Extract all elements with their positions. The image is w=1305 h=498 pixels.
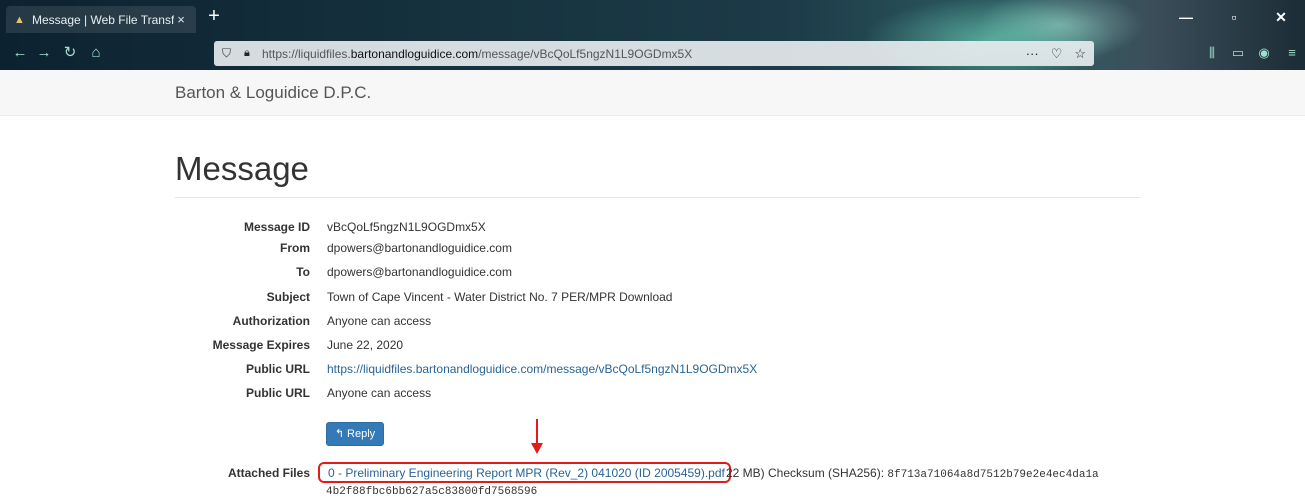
url-actions: ··· ♡ ☆ <box>1026 46 1086 62</box>
sidebar-icon[interactable]: ▭ <box>1226 42 1250 64</box>
field-value: June 22, 2020 <box>327 338 404 352</box>
tab-bar: ▲ Message | Web File Transfer × + — ▫ ✕ <box>0 0 1305 33</box>
tab-favicon-icon: ▲ <box>14 13 25 26</box>
file-size-text: 22 MB) Checksum (SHA256): <box>726 466 885 480</box>
browser-tab[interactable]: ▲ Message | Web File Transfer × <box>6 6 196 33</box>
minimize-icon[interactable]: — <box>1172 6 1200 28</box>
public-url-link[interactable]: https://liquidfiles.bartonandloguidice.c… <box>327 362 757 376</box>
tab-title: Message | Web File Transfer <box>32 12 174 27</box>
browser-chrome: ▲ Message | Web File Transfer × + — ▫ ✕ … <box>0 0 1305 70</box>
url-path: /message/vBcQoLf5ngzN1L9OGDmx5X <box>478 46 693 61</box>
checksum-part2: 4b2f88fbc6bb627a5c83800fd7568596 <box>326 486 538 498</box>
field-value: Anyone can access <box>327 314 432 328</box>
field-value: https://liquidfiles.bartonandloguidice.c… <box>327 359 757 379</box>
reply-button[interactable]: ↰ Reply <box>326 422 384 446</box>
page-actions-icon[interactable]: ··· <box>1026 46 1039 62</box>
reload-icon[interactable]: ↻ <box>58 42 82 64</box>
library-icon[interactable]: ⫼ <box>1200 42 1224 64</box>
field-value: Town of Cape Vincent - Water District No… <box>327 290 673 304</box>
field-value: dpowers@bartonandloguidice.com <box>327 241 512 255</box>
field-value: vBcQoLf5ngzN1L9OGDmx5X <box>327 220 486 234</box>
back-icon[interactable]: ← <box>8 42 32 64</box>
maximize-icon[interactable]: ▫ <box>1220 6 1248 28</box>
field-label: Message Expires <box>212 338 310 352</box>
url-domain: bartonandloguidice.com <box>350 46 479 61</box>
file-meta: 22 MB) Checksum (SHA256): 8f713a71064a8d… <box>726 466 1099 481</box>
account-icon[interactable]: ◉ <box>1252 42 1276 64</box>
field-label: From <box>280 241 310 255</box>
close-window-icon[interactable]: ✕ <box>1267 6 1295 28</box>
attached-files: Attached Files 0 - Preliminary Engineeri… <box>175 462 1275 498</box>
page-title: Message <box>175 150 309 187</box>
url-prefix: https://liquidfiles. <box>262 46 351 61</box>
divider <box>175 197 1140 198</box>
address-bar[interactable]: ⛉ 🔒︎ https://liquidfiles.bartonandloguid… <box>214 41 1094 66</box>
attached-files-label: Attached Files <box>227 466 310 480</box>
reply-icon: ↰ <box>334 428 345 440</box>
field-label: Subject <box>266 290 310 304</box>
home-icon[interactable]: ⌂ <box>84 42 108 64</box>
field-value: dpowers@bartonandloguidice.com <box>327 265 512 279</box>
url-text[interactable]: https://liquidfiles.bartonandloguidice.c… <box>262 47 1026 61</box>
checksum-part1: 8f713a71064a8d7512b79e2e4ec4da1a <box>887 469 1099 481</box>
field-label: To <box>296 265 310 279</box>
new-tab-button[interactable]: + <box>203 6 225 28</box>
reply-label: Reply <box>347 428 376 440</box>
brand-name[interactable]: Barton & Loguidice D.P.C. <box>175 83 371 103</box>
menu-icon[interactable]: ≡ <box>1280 42 1304 64</box>
tracking-shield-icon[interactable]: ⛉ <box>222 46 236 61</box>
annotation-arrow <box>531 419 543 454</box>
tab-close-icon[interactable]: × <box>174 12 188 27</box>
field-label: Message ID <box>243 220 310 234</box>
pocket-icon[interactable]: ♡ <box>1051 46 1063 62</box>
bookmark-star-icon[interactable]: ☆ <box>1074 46 1086 62</box>
field-label: Public URL <box>245 386 310 400</box>
attached-file-link[interactable]: 0 - Preliminary Engineering Report MPR (… <box>318 462 731 483</box>
field-label: Authorization <box>232 314 310 328</box>
navigation-bar: ← → ↻ ⌂ ⛉ 🔒︎ https://liquidfiles.bartona… <box>0 36 1305 70</box>
field-value: Anyone can access <box>327 386 432 400</box>
lock-icon[interactable]: 🔒︎ <box>244 47 256 60</box>
forward-icon[interactable]: → <box>32 42 56 64</box>
field-label: Public URL <box>245 362 310 376</box>
site-header: Barton & Loguidice D.P.C. <box>0 70 1305 116</box>
